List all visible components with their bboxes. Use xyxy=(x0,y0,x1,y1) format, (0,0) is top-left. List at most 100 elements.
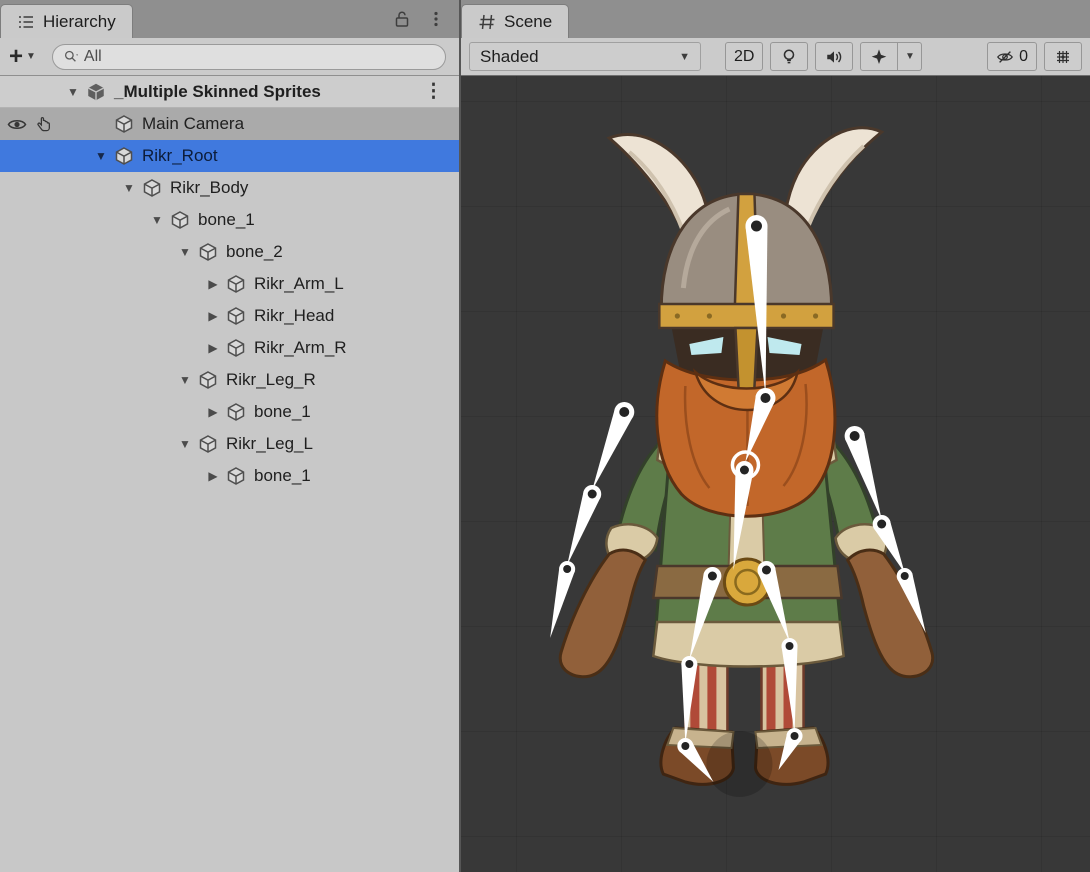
foldout-arrow[interactable]: ▼ xyxy=(116,181,142,195)
row-gutter xyxy=(0,116,60,133)
unity-scene-icon xyxy=(86,81,107,102)
foldout-arrow[interactable]: ▶ xyxy=(200,277,226,291)
grid-settings-icon xyxy=(1054,48,1072,66)
bone-gizmo[interactable] xyxy=(592,402,634,490)
scene-effects-button[interactable] xyxy=(860,42,898,71)
hierarchy-item-label: Rikr_Arm_R xyxy=(254,338,347,358)
cube-icon xyxy=(226,274,247,295)
cube-icon xyxy=(114,114,135,135)
hierarchy-item-label: bone_1 xyxy=(254,466,311,486)
hierarchy-tab-controls xyxy=(379,0,459,38)
effects-icon xyxy=(870,48,888,66)
tab-scene[interactable]: Scene xyxy=(461,4,569,38)
foldout-arrow[interactable]: ▼ xyxy=(172,245,198,259)
scene-lighting-button[interactable] xyxy=(770,42,808,71)
hierarchy-row-bone-1[interactable]: ▼ bone_1 xyxy=(0,204,459,236)
scene-audio-button[interactable] xyxy=(815,42,853,71)
cube-icon xyxy=(226,466,247,487)
hierarchy-item-label: Rikr_Root xyxy=(142,146,218,166)
toggle-2d-label: 2D xyxy=(734,48,754,66)
cube-icon xyxy=(142,178,163,199)
foldout-arrow[interactable]: ▶ xyxy=(200,341,226,355)
hierarchy-row-main-camera[interactable]: Main Camera xyxy=(0,108,459,140)
speaker-icon xyxy=(825,48,843,66)
unity-editor: Hierarchy + ▼ ▼ _Multiple Skinned Sprites… xyxy=(0,0,1090,872)
cube-icon xyxy=(226,338,247,359)
kebab-menu-icon[interactable] xyxy=(427,10,445,28)
lock-icon[interactable] xyxy=(393,10,411,28)
hierarchy-row-rikr-leg-r[interactable]: ▼ Rikr_Leg_R xyxy=(0,364,459,396)
hierarchy-tabstrip: Hierarchy xyxy=(0,0,459,38)
chevron-down-icon: ▼ xyxy=(679,51,690,63)
root-bone-circle-gizmo[interactable] xyxy=(706,731,772,797)
hierarchy-item-label: Rikr_Leg_R xyxy=(226,370,316,390)
chevron-down-icon: ▼ xyxy=(26,51,36,62)
scene-view[interactable] xyxy=(461,76,1090,872)
foldout-arrow[interactable]: ▼ xyxy=(172,437,198,451)
create-object-button[interactable]: + ▼ xyxy=(9,45,36,69)
hierarchy-row-rikr-body[interactable]: ▼ Rikr_Body xyxy=(0,172,459,204)
scene-toolbar: Shaded ▼ 2D ▼ xyxy=(461,38,1090,76)
draw-mode-dropdown[interactable]: Shaded ▼ xyxy=(469,42,701,71)
kebab-menu-icon[interactable]: ⋮ xyxy=(424,80,459,103)
foldout-arrow[interactable]: ▶ xyxy=(200,469,226,483)
draw-mode-label: Shaded xyxy=(480,47,539,67)
foldout-arrow[interactable]: ▼ xyxy=(60,85,86,99)
scene-effects-group: ▼ xyxy=(860,42,922,71)
hierarchy-tree: ▼ _Multiple Skinned Sprites ⋮ Main Camera ▼ R… xyxy=(0,76,459,872)
hierarchy-search[interactable] xyxy=(52,44,446,70)
hierarchy-item-label: Rikr_Head xyxy=(254,306,334,326)
light-bulb-icon xyxy=(780,48,798,66)
hierarchy-item-label: Rikr_Leg_L xyxy=(226,434,313,454)
cube-icon xyxy=(170,210,191,231)
hierarchy-row-rikr-arm-r[interactable]: ▶ Rikr_Arm_R xyxy=(0,332,459,364)
hierarchy-row-bone-1[interactable]: ▶ bone_1 xyxy=(0,396,459,428)
hidden-count-label: 0 xyxy=(1019,48,1028,66)
scene-canvas xyxy=(461,76,1090,872)
tab-hierarchy-label: Hierarchy xyxy=(43,12,116,32)
foldout-arrow[interactable]: ▼ xyxy=(88,149,114,163)
tab-hierarchy[interactable]: Hierarchy xyxy=(0,4,133,38)
cube-icon xyxy=(198,242,219,263)
search-input[interactable] xyxy=(84,48,435,66)
tab-scene-label: Scene xyxy=(504,12,552,32)
foldout-arrow[interactable]: ▼ xyxy=(144,213,170,227)
foldout-arrow[interactable]: ▶ xyxy=(200,309,226,323)
grid-settings-button[interactable] xyxy=(1044,42,1082,71)
pick-icon[interactable] xyxy=(35,116,52,133)
search-icon xyxy=(63,48,80,65)
hierarchy-item-label: _Multiple Skinned Sprites xyxy=(114,82,321,102)
chevron-down-icon: ▼ xyxy=(905,51,915,62)
hierarchy-row-rikr-head[interactable]: ▶ Rikr_Head xyxy=(0,300,459,332)
hierarchy-item-label: Rikr_Arm_L xyxy=(254,274,344,294)
eye-icon[interactable] xyxy=(7,117,27,132)
cube-icon xyxy=(198,434,219,455)
hierarchy-row-rikr-leg-l[interactable]: ▼ Rikr_Leg_L xyxy=(0,428,459,460)
hierarchy-item-label: Main Camera xyxy=(142,114,244,134)
hierarchy-item-label: bone_2 xyxy=(226,242,283,262)
hierarchy-item-label: Rikr_Body xyxy=(170,178,248,198)
toggle-2d-button[interactable]: 2D xyxy=(725,42,763,71)
scene-effects-dropdown[interactable]: ▼ xyxy=(898,42,922,71)
cube-icon xyxy=(226,306,247,327)
hierarchy-row-rikr-arm-l[interactable]: ▶ Rikr_Arm_L xyxy=(0,268,459,300)
hierarchy-list-icon xyxy=(17,13,35,31)
foldout-arrow[interactable]: ▼ xyxy=(172,373,198,387)
hierarchy-row-bone-1[interactable]: ▶ bone_1 xyxy=(0,460,459,492)
hierarchy-item-label: bone_1 xyxy=(254,402,311,422)
hierarchy-row-bone-2[interactable]: ▼ bone_2 xyxy=(0,236,459,268)
hierarchy-item-label: bone_1 xyxy=(198,210,255,230)
hierarchy-row--multiple-skinned-sprites[interactable]: ▼ _Multiple Skinned Sprites ⋮ xyxy=(0,76,459,108)
scene-visibility-button[interactable]: 0 xyxy=(987,42,1037,71)
plus-icon: + xyxy=(9,45,23,69)
eye-slash-icon xyxy=(996,48,1014,66)
scene-tabstrip: Scene xyxy=(461,0,1090,38)
scene-panel: Scene Shaded ▼ 2D ▼ xyxy=(461,0,1090,872)
cube-icon xyxy=(198,370,219,391)
cube-icon xyxy=(114,146,135,167)
hierarchy-toolbar: + ▼ xyxy=(0,38,459,76)
cube-icon xyxy=(226,402,247,423)
hierarchy-row-rikr-root[interactable]: ▼ Rikr_Root xyxy=(0,140,459,172)
foldout-arrow[interactable]: ▶ xyxy=(200,405,226,419)
bone-gizmo[interactable] xyxy=(567,485,601,565)
